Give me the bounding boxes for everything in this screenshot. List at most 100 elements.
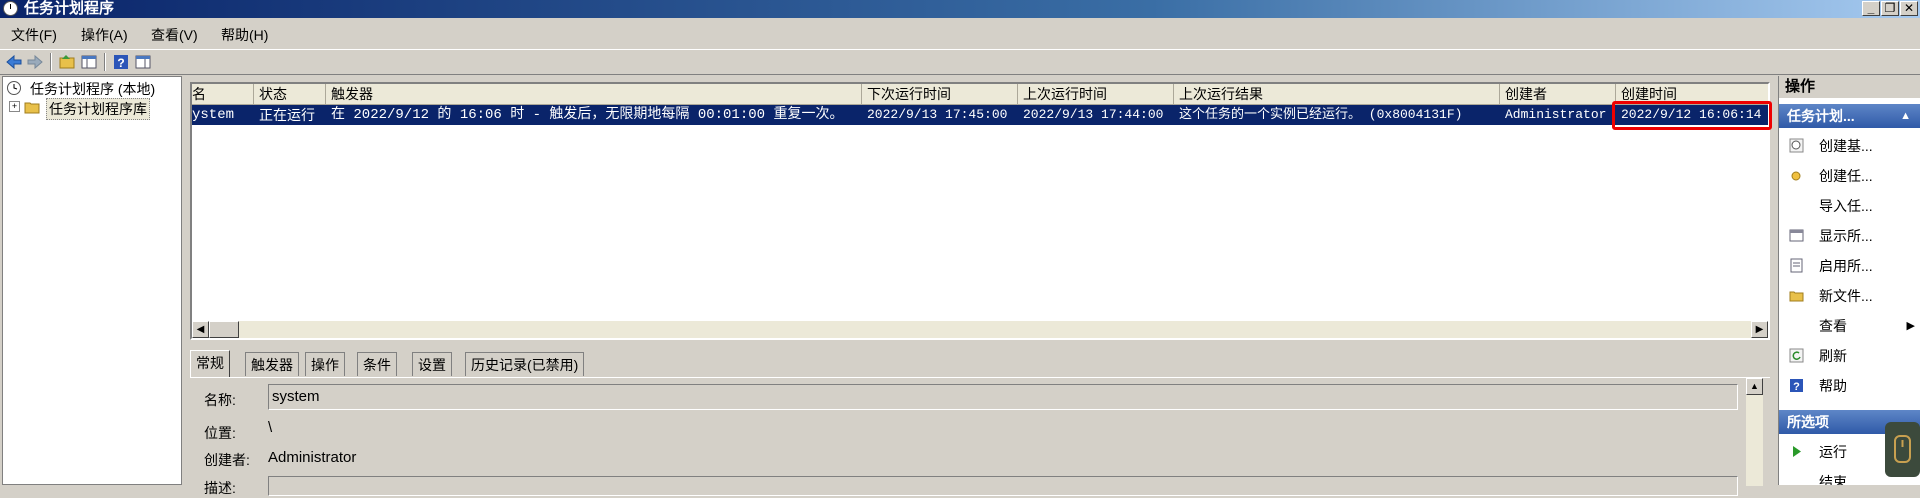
create-basic-task-icon bbox=[1789, 138, 1804, 153]
tree-item-label: 任务计划程序 (本地) bbox=[30, 81, 156, 97]
enable-history-icon bbox=[1790, 258, 1803, 273]
column-last-result[interactable]: 上次运行结果 bbox=[1174, 84, 1500, 104]
table-row[interactable]: ystem 正在运行 在 2022/9/12 的 16:06 时 - 触发后，无… bbox=[192, 105, 1768, 125]
task-list: 名 状态 触发器 下次运行时间 上次运行时间 上次运行结果 创建者 创建时间 y… bbox=[190, 82, 1770, 340]
scroll-right-icon[interactable]: ▶ bbox=[1751, 321, 1768, 338]
show-hide-tree-icon[interactable] bbox=[80, 53, 98, 71]
action-show-running[interactable]: 显示所... bbox=[1779, 224, 1920, 248]
show-running-tasks-icon bbox=[1789, 229, 1804, 242]
collapse-icon[interactable]: ▲ bbox=[1900, 104, 1911, 128]
actions-title: 操作 bbox=[1779, 76, 1920, 98]
action-import-task[interactable]: 导入任... bbox=[1779, 194, 1920, 218]
toolbar: ? bbox=[0, 49, 1920, 75]
action-help[interactable]: ? 帮助 bbox=[1779, 374, 1920, 398]
action-enable-history[interactable]: 启用所... bbox=[1779, 254, 1920, 278]
action-new-folder[interactable]: 新文件... bbox=[1779, 284, 1920, 308]
scroll-thumb[interactable] bbox=[209, 321, 239, 338]
run-icon bbox=[1793, 446, 1801, 457]
author-label: 创建者: bbox=[204, 452, 250, 468]
action-label: 显示所... bbox=[1819, 228, 1873, 244]
action-label: 运行 bbox=[1819, 444, 1847, 460]
cell-trigger: 在 2022/9/12 的 16:06 时 - 触发后，无限期地每隔 00:01… bbox=[331, 107, 844, 123]
usb-drive-icon bbox=[1885, 422, 1920, 477]
vertical-scrollbar[interactable]: ▲ bbox=[1746, 378, 1763, 486]
menu-action[interactable]: 操作(A) bbox=[81, 25, 128, 45]
column-author[interactable]: 创建者 bbox=[1500, 84, 1616, 104]
action-view[interactable]: 查看 ▶ bbox=[1779, 314, 1920, 338]
up-folder-icon[interactable] bbox=[58, 53, 76, 71]
menu-help[interactable]: 帮助(H) bbox=[221, 25, 268, 45]
tab-actions[interactable]: 操作 bbox=[305, 352, 345, 376]
actions-section-library[interactable]: 任务计划... ▲ bbox=[1779, 104, 1920, 128]
description-label: 描述: bbox=[204, 480, 236, 496]
clock-icon bbox=[7, 81, 21, 95]
horizontal-scrollbar[interactable]: ◀ ▶ bbox=[192, 321, 1768, 338]
close-button[interactable]: ✕ bbox=[1900, 1, 1918, 16]
tab-conditions[interactable]: 条件 bbox=[357, 352, 397, 376]
column-trigger[interactable]: 触发器 bbox=[326, 84, 862, 104]
action-label: 刷新 bbox=[1819, 348, 1847, 364]
location-value: \ bbox=[268, 419, 273, 436]
clock-icon bbox=[3, 1, 18, 16]
show-action-pane-icon[interactable] bbox=[134, 53, 152, 71]
menu-file[interactable]: 文件(F) bbox=[11, 25, 57, 45]
location-label: 位置: bbox=[204, 425, 236, 441]
submenu-arrow-icon: ▶ bbox=[1906, 320, 1915, 332]
section-label: 所选项 bbox=[1787, 414, 1829, 430]
action-label: 查看 bbox=[1819, 318, 1847, 334]
maximize-button[interactable]: ❐ bbox=[1881, 1, 1899, 16]
tab-general[interactable]: 常规 bbox=[190, 350, 230, 378]
cell-last-run: 2022/9/13 17:44:00 bbox=[1023, 107, 1164, 122]
name-field[interactable]: system bbox=[268, 384, 1738, 410]
column-header: 名 状态 触发器 下次运行时间 上次运行时间 上次运行结果 创建者 创建时间 bbox=[192, 84, 1768, 105]
folder-icon bbox=[24, 102, 40, 114]
column-name[interactable]: 名 bbox=[192, 84, 254, 104]
new-folder-icon bbox=[1789, 291, 1804, 302]
action-label: 导入任... bbox=[1819, 198, 1873, 214]
svg-text:?: ? bbox=[117, 56, 124, 70]
navigation-tree: 任务计划程序 (本地) + 任务计划程序库 bbox=[2, 76, 182, 485]
tree-item-label: 任务计划程序库 bbox=[46, 98, 150, 120]
title-bar: 任务计划程序 _ ❐ ✕ bbox=[0, 0, 1920, 18]
cell-author: Administrator bbox=[1505, 107, 1607, 122]
cell-status: 正在运行 bbox=[259, 107, 315, 123]
cell-name: ystem bbox=[192, 107, 235, 123]
column-next-run[interactable]: 下次运行时间 bbox=[862, 84, 1018, 104]
tab-history[interactable]: 历史记录(已禁用) bbox=[465, 352, 585, 376]
action-create-basic[interactable]: 创建基... bbox=[1779, 134, 1920, 158]
menu-view[interactable]: 查看(V) bbox=[151, 25, 198, 45]
cell-next-run: 2022/9/13 17:45:00 bbox=[867, 107, 1008, 122]
detail-panel: 名称: system 位置: \ 创建者: Administrator 描述: … bbox=[190, 377, 1770, 496]
author-value: Administrator bbox=[268, 449, 357, 466]
forward-arrow-icon[interactable] bbox=[26, 53, 44, 71]
action-refresh[interactable]: 刷新 bbox=[1779, 344, 1920, 368]
minimize-button[interactable]: _ bbox=[1862, 1, 1880, 16]
description-field[interactable] bbox=[268, 476, 1738, 496]
svg-text:?: ? bbox=[1793, 381, 1800, 393]
scroll-up-icon[interactable]: ▲ bbox=[1746, 378, 1763, 395]
action-label: 创建基... bbox=[1819, 138, 1873, 154]
toolbar-separator bbox=[104, 53, 106, 71]
tab-settings[interactable]: 设置 bbox=[412, 352, 452, 376]
toolbar-separator bbox=[50, 53, 52, 71]
column-last-run[interactable]: 上次运行时间 bbox=[1018, 84, 1174, 104]
help-icon: ? bbox=[1790, 379, 1803, 393]
action-create-task[interactable]: 创建任... bbox=[1779, 164, 1920, 188]
action-label: 结束 bbox=[1819, 474, 1847, 485]
cell-last-result: 这个任务的一个实例已经运行。 (0x8004131F) bbox=[1179, 107, 1463, 122]
help-icon[interactable]: ? bbox=[112, 53, 130, 71]
window-title: 任务计划程序 bbox=[24, 0, 115, 17]
menu-bar: 文件(F) 操作(A) 查看(V) 帮助(H) bbox=[0, 20, 1920, 46]
action-label: 帮助 bbox=[1819, 378, 1847, 394]
back-arrow-icon[interactable] bbox=[5, 53, 23, 71]
scroll-left-icon[interactable]: ◀ bbox=[192, 321, 209, 338]
refresh-icon bbox=[1789, 348, 1804, 363]
column-status[interactable]: 状态 bbox=[254, 84, 326, 104]
action-label: 创建任... bbox=[1819, 168, 1873, 184]
tab-triggers[interactable]: 触发器 bbox=[245, 352, 299, 376]
action-label: 启用所... bbox=[1819, 258, 1873, 274]
action-label: 新文件... bbox=[1819, 288, 1873, 304]
create-task-icon bbox=[1791, 171, 1801, 181]
section-label: 任务计划... bbox=[1787, 108, 1855, 124]
expand-icon[interactable]: + bbox=[9, 101, 20, 112]
